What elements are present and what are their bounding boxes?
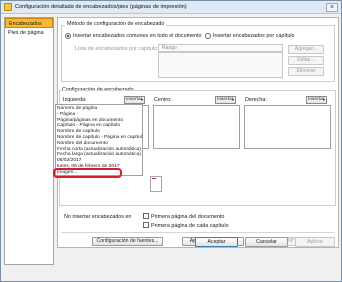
- header-right-field[interactable]: [244, 105, 331, 149]
- window-title: Configuración detallada de encabezados/p…: [15, 4, 187, 10]
- separator: [61, 232, 335, 233]
- column-center-label: Centro:: [154, 97, 172, 103]
- column-right-label: Derecha:: [245, 97, 267, 103]
- apply-button[interactable]: Aplicar: [295, 237, 335, 247]
- chapter-range-list[interactable]: [158, 52, 283, 78]
- delete-button[interactable]: Eliminar: [288, 67, 324, 76]
- chevron-down-icon: ▾: [322, 97, 325, 102]
- radio-common-headers[interactable]: [65, 33, 71, 39]
- radio-by-chapter[interactable]: [205, 33, 211, 39]
- sidebar-item-headers[interactable]: Encabezados: [5, 18, 53, 28]
- chapter-range-field[interactable]: Rango: [158, 44, 283, 52]
- first-page-doc-label: Primera página del documento: [151, 214, 225, 220]
- menu-item-chapter-name-page[interactable]: Nombre de capítulo - Página en capítulo: [56, 135, 142, 141]
- method-group-legend: Método de configuración de encabezado: [65, 21, 167, 27]
- first-page-chapter-checkbox[interactable]: [143, 222, 149, 228]
- chevron-down-icon: ▾: [231, 97, 234, 102]
- header-preview-thumbnail: [150, 176, 162, 192]
- first-page-chapter-label: Primera página de cada capítulo: [151, 223, 229, 229]
- cancel-button[interactable]: Cancelar: [245, 237, 288, 247]
- add-button[interactable]: Agregar...: [288, 45, 324, 54]
- settings-panel: Método de configuración de encabezado In…: [53, 17, 339, 248]
- radio-by-chapter-label: Insertar encabezados por capítulo: [213, 33, 295, 39]
- insert-dropdown-center[interactable]: Insertar ▾: [215, 96, 236, 104]
- sidebar-item-footers[interactable]: Pies de página: [5, 28, 53, 38]
- edit-button[interactable]: Editar...: [288, 56, 324, 65]
- insert-menu: Número de página - Página - Página/págin…: [55, 104, 143, 176]
- insert-dropdown-right[interactable]: Insertar ▾: [306, 96, 327, 104]
- close-button[interactable]: ×: [326, 3, 338, 12]
- no-header-label: No insertar encabezados en: [64, 214, 132, 220]
- accept-button[interactable]: Aceptar: [195, 237, 238, 247]
- preview-marker: [152, 178, 156, 179]
- image-item-highlight: [53, 168, 122, 178]
- first-page-doc-checkbox[interactable]: [143, 213, 149, 219]
- radio-common-headers-label: Insertar encabezados comunes en todo el …: [73, 33, 202, 39]
- title-bar[interactable]: Configuración detallada de encabezados/p…: [1, 1, 341, 14]
- dialog-window: Configuración detallada de encabezados/p…: [0, 0, 342, 282]
- font-settings-button[interactable]: Configuración de fuentes...: [92, 237, 163, 246]
- insert-dropdown-left[interactable]: Insertar ▾: [124, 96, 145, 104]
- chapter-list-label: Lista de encabezados por capítulo:: [75, 46, 159, 52]
- header-center-field[interactable]: [153, 105, 240, 149]
- insert-center-label: Insertar: [217, 97, 234, 102]
- column-left-label: Izquierda:: [63, 97, 87, 103]
- insert-left-label: Insertar: [126, 97, 143, 102]
- sidebar: Encabezados Pies de página: [4, 17, 54, 265]
- insert-right-label: Insertar: [308, 97, 325, 102]
- app-icon: [4, 3, 12, 11]
- chevron-down-icon: ▾: [140, 97, 143, 102]
